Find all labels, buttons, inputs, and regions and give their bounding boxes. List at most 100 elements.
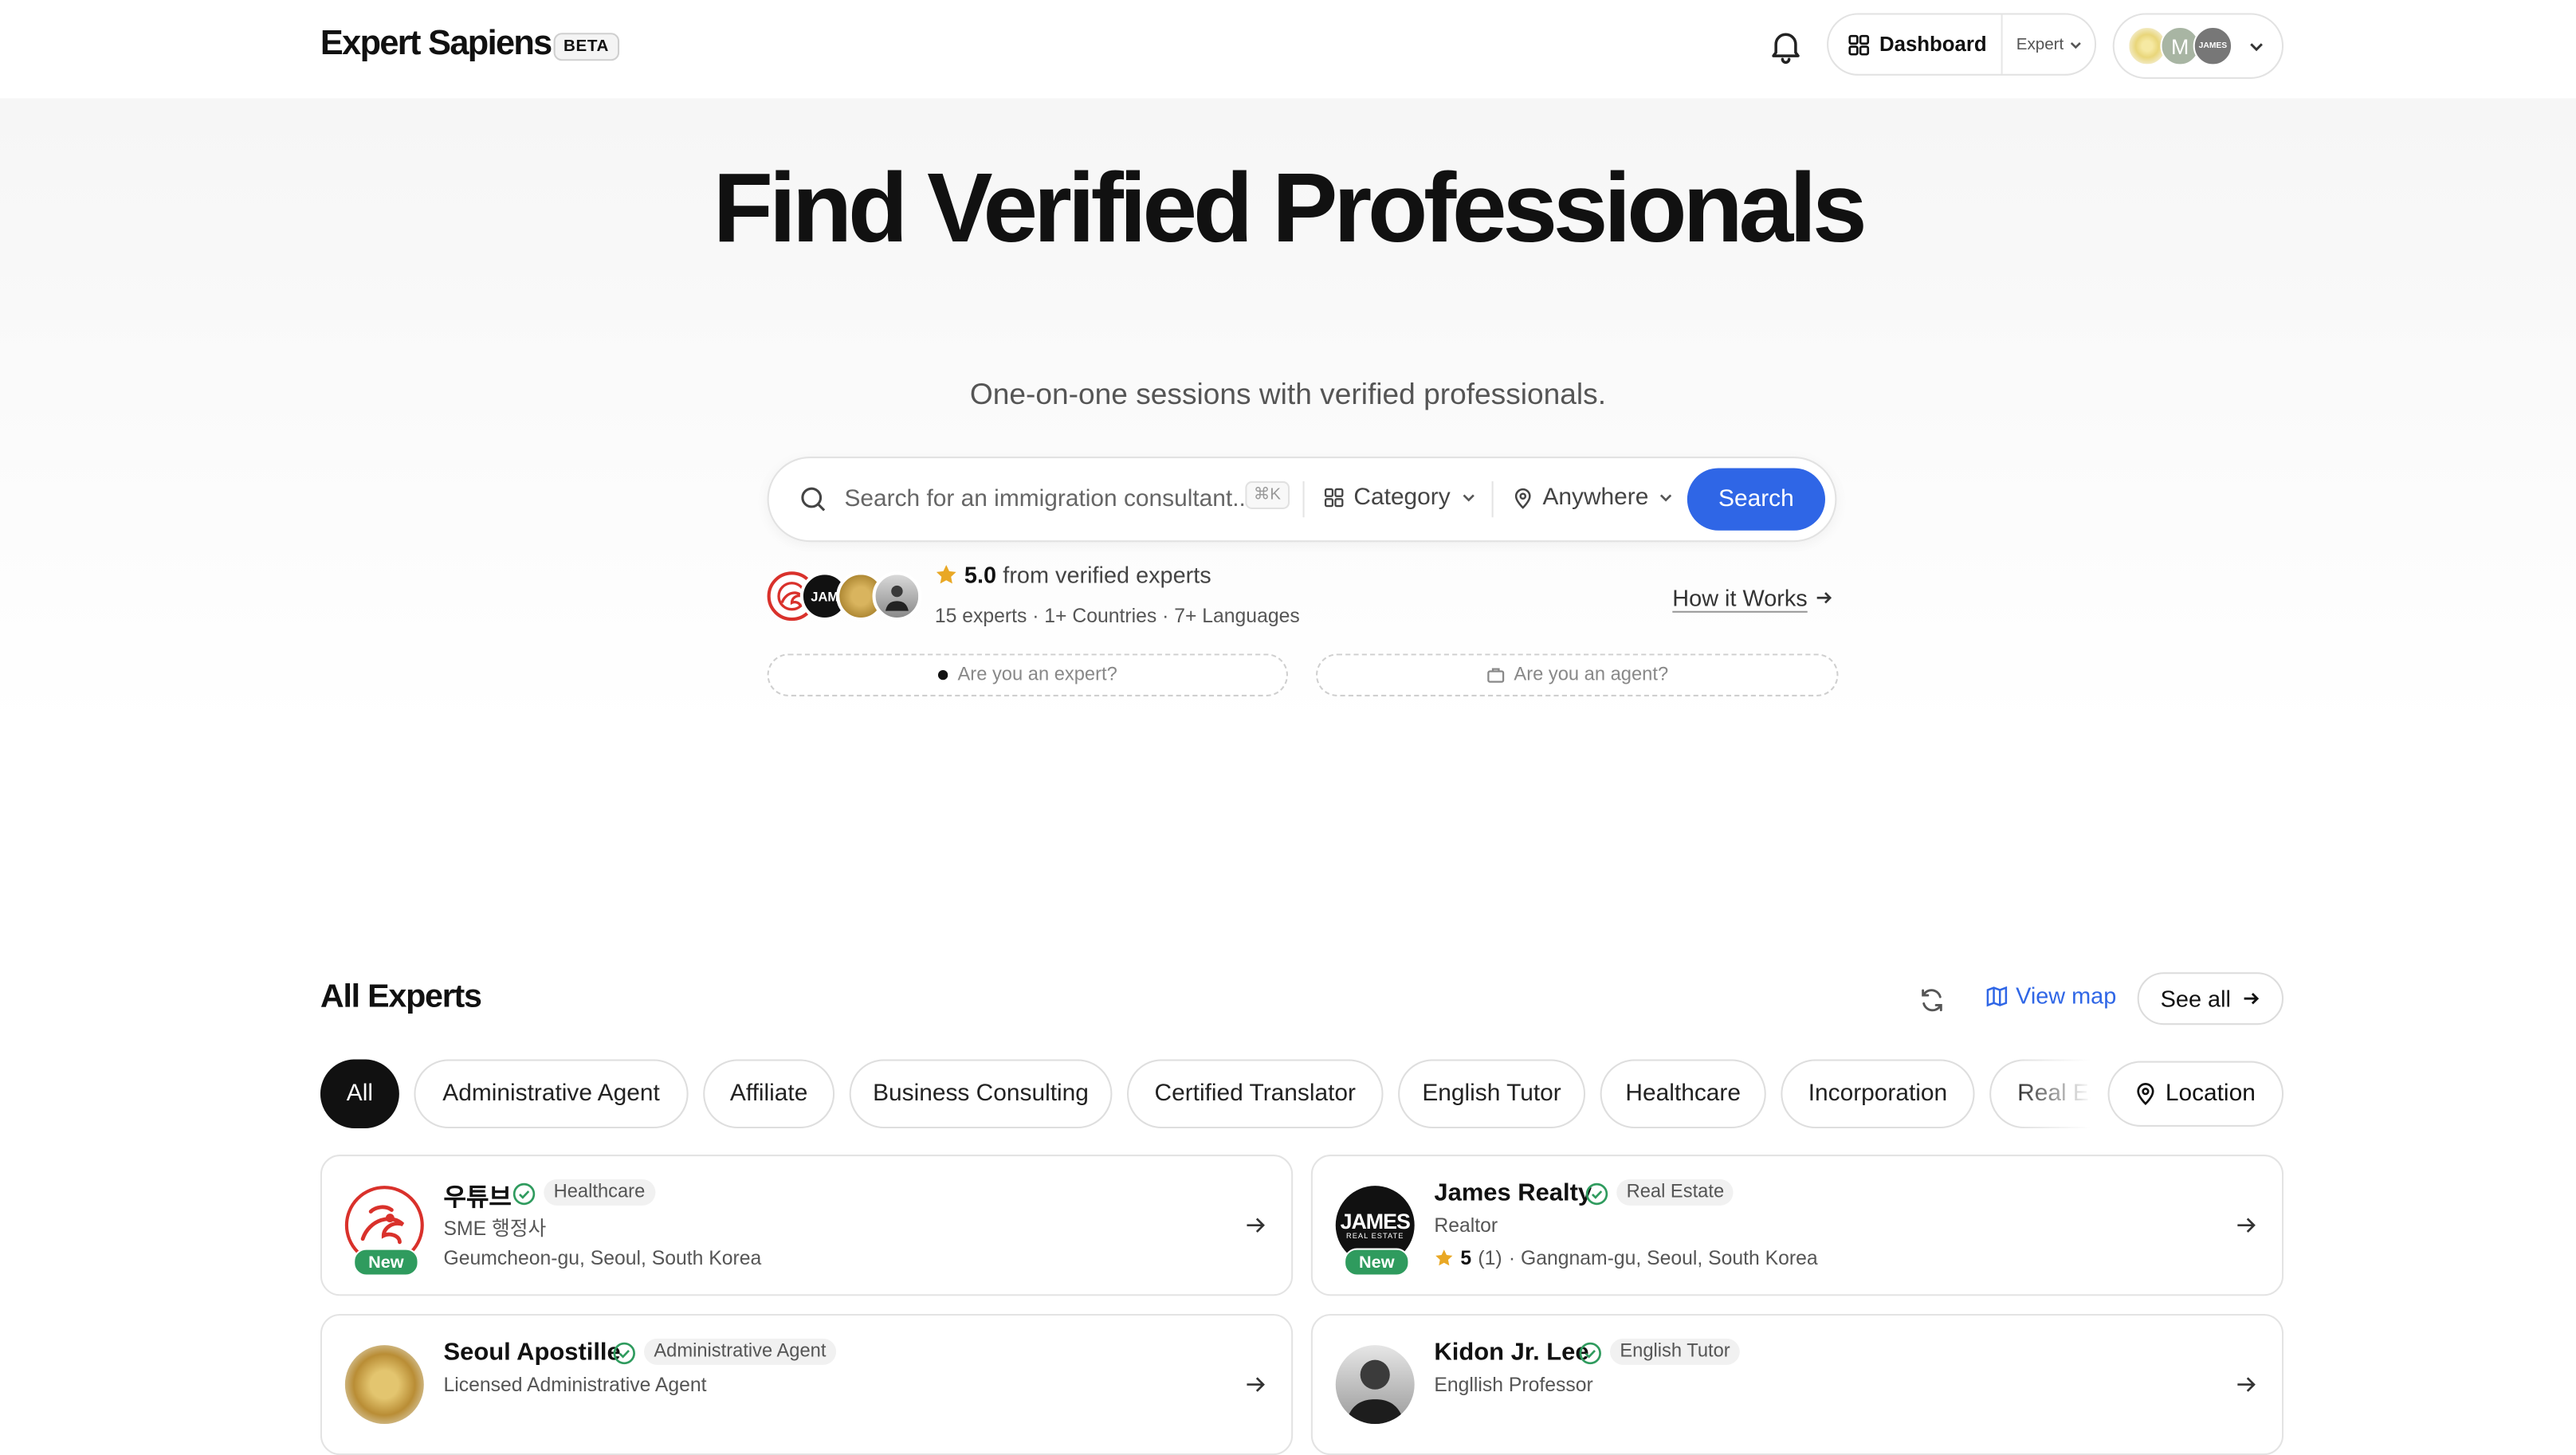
avatar-james: JAMES [2193,25,2233,66]
divider [1491,480,1494,518]
category-tag: English Tutor [1609,1338,1741,1365]
agent-cta-label: Are you an agent? [1514,665,1669,685]
beta-badge: BETA [553,33,619,61]
expert-title: Licensed Administrative Agent [443,1373,707,1397]
category-label: Category [1353,484,1451,512]
page: Expert Sapiens BETA Dashboard Expert M J… [0,0,2576,1455]
grid-icon [1324,488,1344,508]
dashboard-switcher: Dashboard Expert [1827,13,2097,76]
expert-name: Kidon Jr. Lee [1434,1338,1589,1367]
chip-administrative-agent[interactable]: Administrative Agent [414,1059,689,1129]
expert-location: Geumcheon-gu, Seoul, South Korea [444,1246,762,1269]
chevron-down-icon [2250,43,2263,52]
chevron-down-icon [1660,494,1673,502]
expert-name: 우튜브 [443,1184,512,1213]
avatar [344,1345,424,1425]
location-dropdown[interactable]: Anywhere [1513,484,1675,511]
hero-title: Find Verified Professionals [713,152,1867,263]
expert-title: SME 행정사 [443,1217,547,1241]
category-tag: Real Estate [1616,1179,1734,1206]
new-badge: New [353,1248,419,1277]
avatar-expert-4 [872,571,922,622]
expert-card[interactable]: JAMES REAL ESTATE New James Realty Real … [1310,1155,2284,1296]
see-all-button[interactable]: See all [2137,972,2284,1026]
role-label: Expert [2016,35,2064,53]
category-tag: Healthcare [544,1179,655,1206]
star-icon [1435,1249,1453,1266]
chevron-down-icon [1463,494,1475,502]
location-text: Geumcheon-gu, Seoul, South Korea [443,1246,762,1270]
expert-card[interactable]: Kidon Jr. Lee English Tutor Engllish Pro… [1310,1313,2284,1455]
view-map-link[interactable]: View map [1986,982,2116,1009]
person-icon [1345,1359,1405,1425]
new-badge: New [1344,1248,1410,1277]
chip-business-consulting[interactable]: Business Consulting [849,1059,1113,1129]
expert-stats: 15 experts · 1+ Countries · 7+ Languages [934,604,1300,628]
chip-english-tutor[interactable]: English Tutor [1398,1059,1586,1129]
category-tag: Administrative Agent [643,1338,836,1365]
brand-logo[interactable]: Expert Sapiens [320,25,552,64]
expert-card[interactable]: Seoul Apostille Administrative Agent Lic… [320,1313,1294,1455]
arrow-right-icon [2244,993,2259,1005]
how-it-works-link[interactable]: How it Works [1672,585,1833,611]
shortcut-hint: ⌘K [1245,480,1290,509]
grid-icon [1848,33,1870,55]
avatar [1335,1345,1415,1425]
refresh-icon[interactable] [1917,986,1946,1015]
expert-name: Seoul Apostille [443,1338,621,1367]
section-title: All Experts [320,978,482,1015]
chip-affiliate[interactable]: Affiliate [703,1059,835,1129]
divider [1302,480,1305,518]
category-dropdown[interactable]: Category [1324,484,1476,511]
hero-subtitle: One-on-one sessions with verified profes… [969,378,1607,411]
chevron-down-icon [2071,41,2082,49]
role-selector[interactable]: Expert [2003,35,2096,53]
rating-text: from verified experts [1003,561,1211,588]
person-icon [885,585,909,611]
dashboard-button[interactable]: Dashboard [1828,14,2004,74]
arrow-right-icon [2237,1377,2256,1392]
location-filter-label: Location [2165,1080,2256,1108]
arrow-right-icon [1247,1218,1265,1233]
expert-rating-location: 5 (1) · Gangnam-gu, Seoul, South Korea [1434,1246,1818,1270]
review-count: (1) [1478,1246,1502,1270]
map-pin-icon [1514,487,1531,508]
category-filter-row: All Administrative Agent Affiliate Busin… [320,1059,2099,1131]
location-filter-button[interactable]: Location [2107,1061,2284,1127]
verified-icon [613,1342,635,1365]
dot-icon [937,669,948,680]
top-nav: Expert Sapiens BETA Dashboard Expert M J… [0,0,2576,100]
search-input[interactable] [844,471,1249,527]
expert-card[interactable]: New 우튜브 Healthcare SME 행정사 Geumcheon-gu,… [320,1155,1294,1296]
verified-icon [1579,1342,1601,1365]
expert-cta-label: Are you an expert? [957,665,1117,685]
scroll-fade [2012,1059,2105,1132]
expert-title: Engllish Professor [1434,1373,1593,1397]
logo-text: JAMES [1340,1209,1411,1233]
agent-cta[interactable]: Are you an agent? [1316,653,1839,696]
chip-incorporation[interactable]: Incorporation [1781,1059,1975,1129]
how-it-works-label: How it Works [1672,584,1808,611]
location-label: Anywhere [1542,484,1649,512]
arrow-right-icon [2237,1218,2256,1233]
star-icon [936,565,956,584]
rating-value: 5.0 [964,561,997,588]
search-button[interactable]: Search [1687,468,1825,531]
map-icon [1986,985,2008,1006]
verified-icon [1585,1182,1608,1206]
chip-all[interactable]: All [320,1059,399,1129]
map-pin-icon [2137,1083,2154,1105]
see-all-label: See all [2160,985,2231,1012]
arrow-right-icon [1817,592,1832,604]
account-menu[interactable]: M JAMES [2112,13,2284,79]
expert-cta[interactable]: Are you an expert? [767,653,1288,696]
expert-name: James Realty [1434,1179,1592,1207]
bell-icon[interactable] [1766,26,1805,65]
logo-subtext: REAL ESTATE [1345,1231,1404,1241]
dashboard-label: Dashboard [1879,33,1987,57]
rating-summary: 5.0 from verified experts [935,562,1211,588]
briefcase-icon [1486,668,1504,683]
expert-title: Realtor [1434,1214,1498,1237]
chip-certified-translator[interactable]: Certified Translator [1126,1059,1384,1129]
chip-healthcare[interactable]: Healthcare [1600,1059,1766,1129]
